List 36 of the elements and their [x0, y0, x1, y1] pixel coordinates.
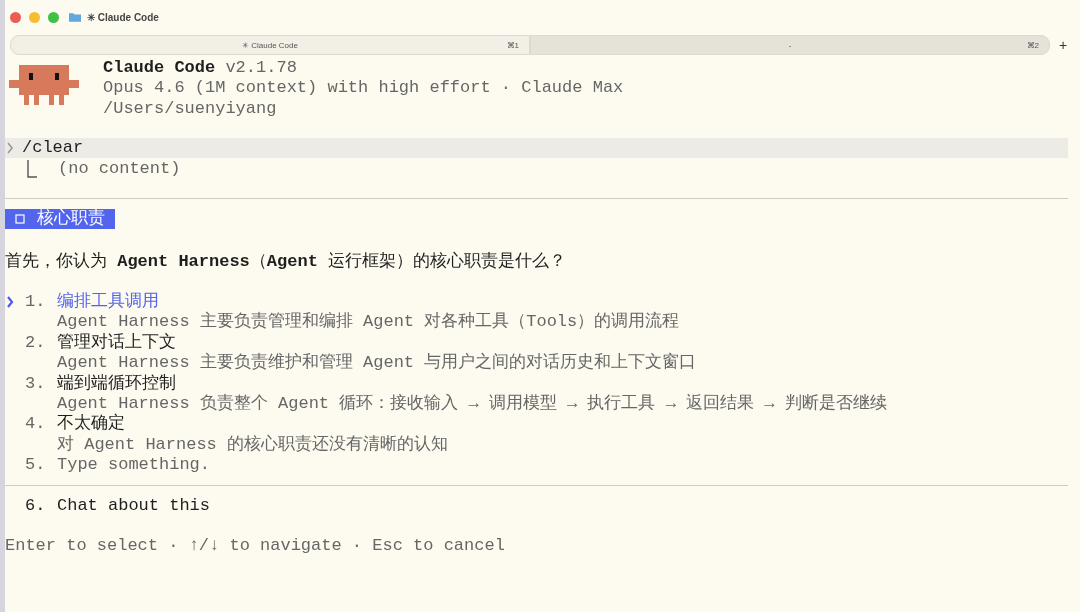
- result-corner-icon: [26, 158, 38, 179]
- tab[interactable]: - ⌘2: [530, 35, 1050, 55]
- option-number: 2.: [25, 332, 47, 354]
- prompt-chevron-icon: [6, 142, 14, 155]
- result-text: (no content): [58, 158, 181, 179]
- question-tag: 核心职责: [5, 209, 115, 230]
- version-text: v2.1.78: [225, 58, 297, 77]
- option-label[interactable]: 编排工具调用: [57, 292, 159, 313]
- option-description: Agent Harness 主要负责管理和编排 Agent 对各种工具（Tools）的调用流程: [56, 312, 681, 333]
- option-description: Agent Harness 负责整个 Agent 循环：接收输入 → 调用模型 → 执行工具 → 返回结果 → 判断是否继续: [56, 394, 888, 413]
- option-label[interactable]: Type something.: [57, 455, 211, 476]
- option-label[interactable]: 不太确定: [57, 414, 125, 435]
- option-label[interactable]: 端到端循环控制: [57, 373, 176, 395]
- path-text: /Users/suenyiyang: [103, 98, 278, 120]
- checkbox-icon: [15, 214, 25, 225]
- option-number: 3.: [25, 373, 47, 395]
- minimize-button[interactable]: [29, 11, 40, 23]
- window-title: ✳ Claude Code: [87, 11, 159, 23]
- option-number: 6.: [25, 495, 47, 516]
- keyboard-hint: Enter to select · ↑/↓ to navigate · Esc to cancel: [5, 536, 506, 557]
- new-tab-button[interactable]: +: [1052, 35, 1074, 55]
- option-description: Agent Harness 主要负责维护和管理 Agent 与用户之间的对话历史和上下文窗口: [56, 353, 698, 374]
- question-text: 首先，你认为 Agent Harness（Agent 运行框架）的核心职责是什么？: [5, 251, 568, 273]
- close-button[interactable]: [10, 11, 21, 23]
- tab[interactable]: ✳ Claude Code ⌘1: [10, 35, 530, 55]
- zoom-button[interactable]: [48, 11, 59, 23]
- option-label[interactable]: Chat about this: [57, 495, 211, 516]
- option-description: 对 Agent Harness 的核心职责还没有清晰的认知: [56, 434, 450, 456]
- option-number: 5.: [25, 455, 47, 476]
- option-label[interactable]: 管理对话上下文: [57, 332, 176, 354]
- option-number: 4.: [25, 414, 47, 435]
- app-name: Claude Code: [103, 58, 216, 77]
- model-text: Opus 4.6 (1M context) with high effort · Claude Max: [103, 78, 624, 99]
- command-text: /clear: [22, 138, 84, 159]
- folder-icon: [69, 12, 81, 22]
- option-number: 1.: [25, 292, 47, 313]
